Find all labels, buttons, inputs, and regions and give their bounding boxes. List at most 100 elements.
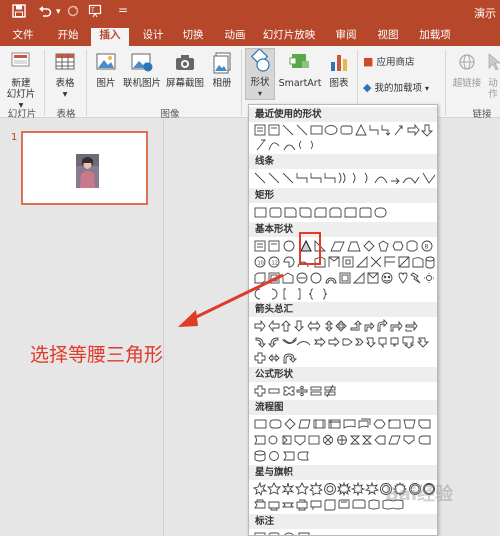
online-picture-button[interactable]: 联机图片 [122,50,162,89]
action-icon [488,53,500,71]
tab-file[interactable]: 文件 [8,28,38,46]
new-slide-label-1: 新建 [11,78,31,89]
online-picture-label: 联机图片 [122,78,161,89]
album-button[interactable]: 相册 [208,50,236,89]
ribbon-tabs: 文件 开始 插入 设计 切换 动画 幻灯片放映 审阅 视图 加载项 [0,25,500,46]
title-bar: ▾ T = 演示 [0,0,500,25]
group-label-images: 图像 [160,109,180,120]
equation-shapes-row[interactable] [253,384,438,398]
flowchart-row-1[interactable] [253,417,438,431]
flowchart-row-3[interactable] [253,449,438,463]
smartart-label: SmartArt [278,78,322,89]
basic-shapes-row-1[interactable]: 8 [253,239,438,253]
separator [86,50,87,116]
rectangles-row[interactable] [253,205,438,219]
tab-transitions[interactable]: 切换 [178,28,208,46]
section-basic-shapes: 基本形状 [249,222,437,237]
section-rectangles: 矩形 [249,188,437,203]
block-arrows-row-3[interactable] [253,351,438,365]
hyperlink-label: 超链接 [452,78,482,89]
separator [241,50,242,116]
redo-icon[interactable] [66,4,80,22]
undo-dropdown-icon[interactable]: ▾ [56,7,61,17]
action-label: 动作 [488,78,498,100]
picture-icon [96,53,116,70]
tab-addins[interactable]: 加载项 [415,28,455,46]
shapes-icon [250,49,270,72]
picture-button[interactable]: 图片 [92,50,120,89]
basic-shapes-row-3[interactable] [253,271,438,285]
camera-icon [176,55,194,70]
chart-icon [331,55,347,71]
tab-design[interactable]: 设计 [138,28,168,46]
basic-shapes-row-2[interactable]: 10 12 [253,255,438,269]
table-icon [55,53,75,70]
store-icon: ■ [363,55,374,68]
svg-text:T: T [90,7,95,14]
shapes-gallery: 最近使用的形状 线条 矩形 基本形状 8 10 12 箭头总汇 公式形状 流程图… [248,104,438,536]
customize-quick-access-icon[interactable]: = [118,3,128,17]
svg-text:8: 8 [425,244,429,251]
album-label: 相册 [212,78,232,89]
svg-text:12: 12 [272,261,278,267]
annotation-label: 选择等腰三角形 [30,344,164,366]
section-lines: 线条 [249,154,437,169]
my-addins-label: 我的加载项 [374,83,423,94]
store-button[interactable]: ■ 应用商店 [363,54,414,68]
smartart-icon [289,54,309,68]
screenshot-button[interactable]: 屏幕截图 [164,50,206,89]
shapes-label: 形状 [250,77,270,88]
svg-text:10: 10 [258,261,264,267]
my-addins-button[interactable]: ◆ 我的加载项 ▾ [363,80,429,94]
recent-shapes-row-2[interactable] [253,138,438,152]
section-flowchart: 流程图 [249,400,437,415]
online-picture-icon [131,53,153,72]
shapes-button[interactable]: 形状 ▾ [245,48,275,100]
hyperlink-button[interactable]: 超链接 [450,50,484,89]
table-dropdown-icon: ▾ [62,89,68,100]
present-from-start-icon[interactable]: T [88,4,104,22]
shapes-dropdown-icon: ▾ [257,89,262,98]
tab-review[interactable]: 审阅 [331,28,361,46]
save-icon[interactable] [12,4,26,22]
group-label-slides: 幻灯片 [7,109,37,120]
section-equation-shapes: 公式形状 [249,367,437,382]
tab-animations[interactable]: 动画 [220,28,250,46]
watermark: Bai经验 [385,484,454,505]
tab-view[interactable]: 视图 [373,28,403,46]
undo-icon[interactable] [38,4,52,22]
basic-shapes-row-4[interactable] [253,287,438,301]
tab-slideshow[interactable]: 幻灯片放映 [260,28,318,46]
table-button[interactable]: 表格 ▾ [50,50,80,100]
block-arrows-row-2[interactable] [253,335,438,349]
highlight-box [299,232,321,265]
new-slide-icon [11,52,30,67]
store-label: 应用商店 [376,57,415,68]
globe-link-icon [459,54,475,70]
album-icon [213,52,231,74]
section-callouts: 标注 [249,514,437,529]
table-label: 表格 [55,78,75,89]
slide-photo [76,154,99,188]
section-stars-banners: 星与旗帜 [249,465,437,480]
window-title: 演示 [474,7,496,20]
section-block-arrows: 箭头总汇 [249,302,437,317]
section-recent-shapes: 最近使用的形状 [249,107,437,122]
block-arrows-row-1[interactable] [253,319,438,333]
chart-label: 图表 [329,78,349,89]
new-slide-button[interactable]: 新建 幻灯片 ▾ [4,50,38,111]
flowchart-row-2[interactable] [253,433,438,447]
tab-insert[interactable]: 插入 [91,28,129,46]
lines-row[interactable] [253,171,438,185]
tab-home[interactable]: 开始 [53,28,83,46]
screenshot-label: 屏幕截图 [165,78,204,89]
recent-shapes-row[interactable] [253,123,438,137]
slide-number: 1 [11,132,18,143]
callouts-row[interactable] [253,531,438,536]
chart-button[interactable]: 图表 [326,50,352,89]
smartart-button[interactable]: SmartArt [278,50,322,89]
group-label-tables: 表格 [56,109,76,120]
action-button[interactable]: 动作 [486,50,500,100]
separator [445,50,446,116]
picture-label: 图片 [96,78,116,89]
